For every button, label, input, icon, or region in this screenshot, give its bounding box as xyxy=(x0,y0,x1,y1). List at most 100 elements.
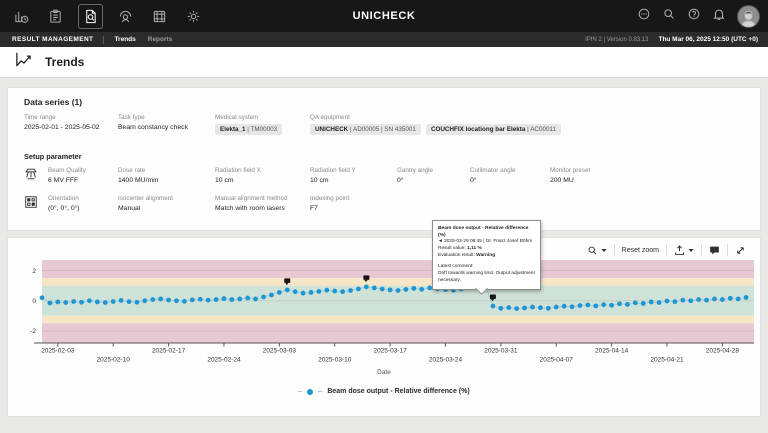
tab-reports[interactable]: Reports xyxy=(148,36,173,43)
data-point[interactable] xyxy=(561,303,567,309)
worklist-icon[interactable] xyxy=(44,5,67,28)
data-point[interactable] xyxy=(735,296,741,302)
data-point[interactable] xyxy=(625,301,630,307)
data-point[interactable] xyxy=(47,300,53,306)
data-point[interactable] xyxy=(379,286,385,292)
beam-parameters-icon xyxy=(24,167,38,181)
phantom-icon[interactable] xyxy=(148,5,171,28)
settings-icon[interactable] xyxy=(182,5,205,28)
data-point[interactable] xyxy=(316,288,322,294)
data-point[interactable] xyxy=(182,298,187,304)
data-point[interactable] xyxy=(253,296,258,302)
data-point[interactable] xyxy=(411,285,417,291)
data-point[interactable] xyxy=(688,298,694,304)
data-point[interactable] xyxy=(609,302,614,308)
data-point[interactable] xyxy=(522,305,527,311)
data-point[interactable] xyxy=(189,297,195,303)
data-point[interactable] xyxy=(419,286,425,292)
results-icon[interactable] xyxy=(78,3,103,29)
data-point[interactable] xyxy=(696,297,702,302)
data-point[interactable] xyxy=(126,299,132,305)
data-point[interactable] xyxy=(150,297,156,302)
data-point[interactable] xyxy=(158,296,164,302)
data-point[interactable] xyxy=(569,304,575,310)
data-point[interactable] xyxy=(142,298,148,304)
data-point[interactable] xyxy=(530,304,535,310)
legend-item[interactable]: Beam dose output - Relative difference (… xyxy=(8,388,760,395)
data-point[interactable] xyxy=(356,286,361,292)
data-point[interactable] xyxy=(229,297,235,302)
data-point[interactable] xyxy=(340,289,346,295)
data-point[interactable] xyxy=(506,305,512,310)
data-point[interactable] xyxy=(39,295,45,301)
user-avatar[interactable] xyxy=(737,4,760,28)
data-point[interactable] xyxy=(205,297,211,303)
comment-marker[interactable] xyxy=(284,278,291,283)
help-icon[interactable] xyxy=(687,7,701,26)
data-point[interactable] xyxy=(403,287,409,292)
data-point[interactable] xyxy=(577,303,583,308)
data-point[interactable] xyxy=(363,284,369,290)
data-point[interactable] xyxy=(213,297,219,302)
data-point[interactable] xyxy=(640,301,646,306)
data-point[interactable] xyxy=(63,300,69,305)
data-point[interactable] xyxy=(118,298,124,303)
data-point[interactable] xyxy=(348,288,353,293)
patient-icon[interactable] xyxy=(114,5,137,28)
data-point[interactable] xyxy=(166,297,171,303)
data-point[interactable] xyxy=(292,289,298,295)
data-point[interactable] xyxy=(332,288,338,294)
data-point[interactable] xyxy=(245,295,251,301)
statistics-icon[interactable] xyxy=(10,5,33,28)
data-point[interactable] xyxy=(593,303,599,309)
data-point[interactable] xyxy=(371,285,377,291)
data-point[interactable] xyxy=(387,287,393,293)
data-point[interactable] xyxy=(55,299,61,305)
data-point[interactable] xyxy=(743,295,749,300)
data-point[interactable] xyxy=(632,300,638,306)
data-point[interactable] xyxy=(102,300,108,305)
data-point[interactable] xyxy=(680,297,686,303)
data-point[interactable] xyxy=(324,287,330,293)
data-point[interactable] xyxy=(110,299,116,304)
data-point[interactable] xyxy=(727,295,733,301)
comment-marker[interactable] xyxy=(489,294,496,300)
data-point[interactable] xyxy=(712,296,717,302)
data-point[interactable] xyxy=(617,301,622,307)
data-point[interactable] xyxy=(545,305,551,311)
data-point[interactable] xyxy=(174,298,179,304)
data-point[interactable] xyxy=(71,299,77,304)
data-point[interactable] xyxy=(601,302,607,308)
data-point[interactable] xyxy=(514,306,520,311)
search-icon[interactable] xyxy=(662,7,676,26)
feedback-icon[interactable] xyxy=(637,7,651,26)
data-point[interactable] xyxy=(308,290,314,295)
data-point[interactable] xyxy=(134,299,140,305)
comment-marker[interactable] xyxy=(363,275,370,280)
data-point[interactable] xyxy=(94,299,100,305)
data-point[interactable] xyxy=(269,292,274,298)
data-point[interactable] xyxy=(719,297,725,302)
data-point[interactable] xyxy=(237,296,243,302)
data-point[interactable] xyxy=(79,299,84,305)
data-point[interactable] xyxy=(395,288,401,293)
data-point[interactable] xyxy=(490,303,496,309)
tab-trends[interactable]: Trends xyxy=(114,36,135,43)
data-point[interactable] xyxy=(276,290,282,295)
data-point[interactable] xyxy=(704,297,709,303)
data-point[interactable] xyxy=(284,287,290,293)
data-point[interactable] xyxy=(87,298,92,304)
data-point[interactable] xyxy=(553,304,559,310)
data-point[interactable] xyxy=(221,296,227,302)
notifications-icon[interactable] xyxy=(712,7,726,26)
data-point[interactable] xyxy=(585,302,591,308)
data-point[interactable] xyxy=(648,299,654,305)
data-point[interactable] xyxy=(538,305,543,311)
data-point[interactable] xyxy=(498,305,504,311)
data-point[interactable] xyxy=(656,300,662,305)
data-point[interactable] xyxy=(300,290,306,296)
data-point[interactable] xyxy=(664,298,670,304)
data-point[interactable] xyxy=(261,294,266,300)
data-point[interactable] xyxy=(197,296,203,302)
data-point[interactable] xyxy=(672,299,678,305)
